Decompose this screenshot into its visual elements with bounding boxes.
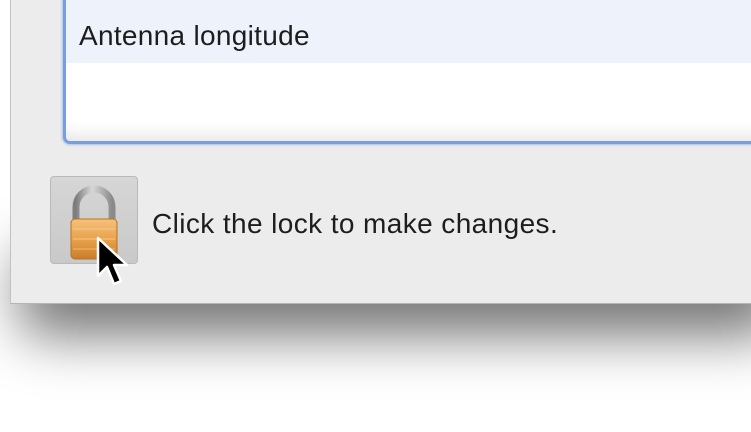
settings-list[interactable]: Antenna longitude — [63, 0, 751, 144]
list-item-label: Antenna longitude — [79, 20, 310, 51]
lock-hint-text: Click the lock to make changes. — [152, 208, 559, 239]
arrow-cursor-icon — [96, 236, 129, 286]
list-item[interactable]: Antenna longitude — [66, 0, 751, 63]
